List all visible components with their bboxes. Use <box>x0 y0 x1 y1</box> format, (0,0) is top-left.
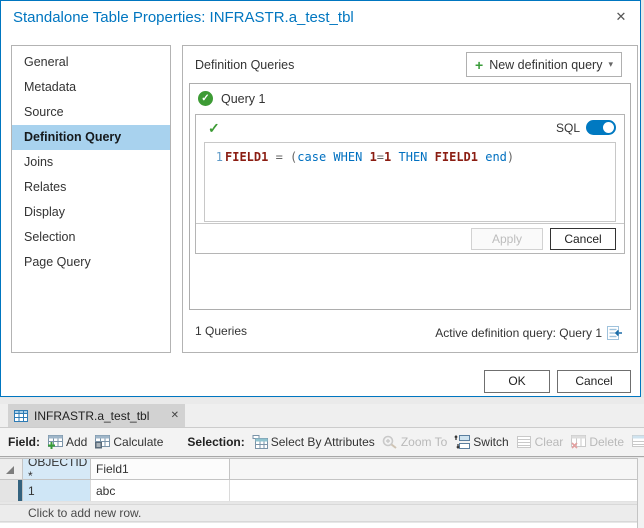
clear-selection-icon <box>516 436 531 448</box>
query-name: Query 1 <box>221 91 266 106</box>
tab-infrastr-a-test-tbl[interactable]: INFRASTR.a_test_tbl ✕ <box>8 404 185 427</box>
sidebar-item-general[interactable]: General <box>12 50 170 75</box>
query-edit-panel: ✓ SQL 1 FIELD1 = (case WHEN 1=1 THEN FIEL… <box>195 114 625 254</box>
header-filler <box>230 459 637 479</box>
table-header-row: OBJECTID * Field1 <box>0 458 637 480</box>
zoom-to-label: Zoom To <box>400 435 448 449</box>
code-token: 1 <box>369 150 377 164</box>
queries-count: 1 Queries <box>195 324 248 338</box>
clear-selection-label: Clear <box>534 435 564 449</box>
query-card-header[interactable]: ✓ Query 1 <box>190 84 630 113</box>
code-token: case <box>297 150 327 164</box>
table-icon <box>14 409 28 422</box>
plus-icon: + <box>475 56 484 73</box>
table-empty-area <box>0 523 637 528</box>
add-field-label: Add <box>66 435 88 449</box>
tab-label: INFRASTR.a_test_tbl <box>34 408 150 423</box>
switch-selection-icon <box>454 435 471 449</box>
active-query-status: Active definition query: Query 1 <box>435 326 623 340</box>
code-token: ) <box>506 150 515 164</box>
apply-button[interactable]: Apply <box>471 227 543 250</box>
definition-queries-panel: Definition Queries + New definition quer… <box>182 45 638 353</box>
field-group-label: Field: <box>8 435 40 449</box>
select-by-attributes-icon <box>252 435 268 449</box>
column-header-field1[interactable]: Field1 <box>91 459 230 479</box>
delete-selection-icon <box>571 435 587 449</box>
code-token: = <box>268 150 291 164</box>
calculate-field-icon <box>95 435 111 449</box>
select-by-attributes-label: Select By Attributes <box>270 435 375 449</box>
vertical-scrollbar[interactable] <box>637 458 644 528</box>
cell-objectid[interactable]: 1 <box>23 480 91 501</box>
new-definition-query-button[interactable]: + New definition query ▾ <box>466 52 622 77</box>
sidebar-item-definition-query[interactable]: Definition Query <box>12 125 170 150</box>
sidebar-item-relates[interactable]: Relates <box>12 175 170 200</box>
switch-selection-button[interactable]: Switch <box>454 435 509 449</box>
select-all-corner[interactable] <box>0 459 23 479</box>
panel-title: Definition Queries <box>195 58 295 72</box>
sql-toggle[interactable] <box>586 120 616 135</box>
cancel-button[interactable]: Cancel <box>557 370 631 393</box>
clear-selection-button: Clear <box>516 435 564 449</box>
calculate-field-label: Calculate <box>113 435 164 449</box>
tab-close-icon[interactable]: ✕ <box>171 410 179 421</box>
close-icon[interactable]: ✕ <box>612 8 630 26</box>
sql-toggle-group: SQL <box>556 120 616 135</box>
attribute-table: OBJECTID * Field1 1 abc <box>0 458 637 502</box>
table-tab-bar: INFRASTR.a_test_tbl ✕ <box>0 404 644 427</box>
add-field-button[interactable]: Add <box>47 435 87 449</box>
sidebar-item-metadata[interactable]: Metadata <box>12 75 170 100</box>
query-card: ✓ Query 1 ✓ SQL 1 FIELD1 = (case WHEN 1=1… <box>189 83 631 310</box>
overflow-toolbar-button <box>631 435 644 449</box>
query-cancel-button[interactable]: Cancel <box>550 227 616 250</box>
row-filler <box>230 480 637 501</box>
select-by-attributes-button[interactable]: Select By Attributes <box>252 435 375 449</box>
valid-query-icon: ✓ <box>198 91 213 106</box>
table-properties-dialog: Standalone Table Properties: INFRASTR.a_… <box>0 0 641 397</box>
table-icon <box>632 435 644 447</box>
active-query-label: Active definition query: Query 1 <box>435 326 602 340</box>
dialog-title: Standalone Table Properties: INFRASTR.a_… <box>13 9 354 26</box>
manage-queries-icon[interactable] <box>607 326 623 340</box>
selection-group-label: Selection: <box>187 435 245 449</box>
current-row-marker <box>18 480 22 501</box>
column-header-objectid[interactable]: OBJECTID * <box>23 459 91 479</box>
new-definition-query-label: New definition query <box>489 57 603 72</box>
line-number: 1 <box>215 150 223 164</box>
delete-selection-button: Delete <box>570 435 624 449</box>
sidebar-item-selection[interactable]: Selection <box>12 225 170 250</box>
zoom-to-icon <box>382 435 397 449</box>
code-token: FIELD1 <box>434 150 478 164</box>
expression-valid-icon: ✓ <box>208 120 220 136</box>
calculate-field-button[interactable]: Calculate <box>94 435 163 449</box>
chevron-down-icon: ▾ <box>608 59 613 69</box>
code-token: FIELD1 <box>225 150 269 164</box>
sidebar-item-display[interactable]: Display <box>12 200 170 225</box>
code-token: WHEN <box>333 150 363 164</box>
zoom-to-button: Zoom To <box>382 435 447 449</box>
row-selector-icon <box>6 466 14 474</box>
row-selector[interactable] <box>0 480 23 501</box>
code-token: end <box>485 150 507 164</box>
switch-selection-label: Switch <box>473 435 509 449</box>
sql-expression-editor[interactable]: 1 FIELD1 = (case WHEN 1=1 THEN FIELD1 end… <box>204 142 616 222</box>
sidebar-item-source[interactable]: Source <box>12 100 170 125</box>
sidebar-item-joins[interactable]: Joins <box>12 150 170 175</box>
code-token: = <box>376 150 385 164</box>
ok-button[interactable]: OK <box>484 370 550 393</box>
cell-field1[interactable]: abc <box>91 480 230 501</box>
code-token: THEN <box>398 150 428 164</box>
table-toolbar: Field: Add Calculate Selection: Select B… <box>0 427 644 457</box>
table-row: 1 abc <box>0 480 637 502</box>
add-new-row[interactable]: Click to add new row. <box>0 504 637 522</box>
add-field-icon <box>48 435 63 449</box>
delete-selection-label: Delete <box>589 435 624 449</box>
sql-label: SQL <box>555 120 580 135</box>
query-edit-footer: Apply Cancel <box>196 223 624 253</box>
properties-sidebar: General Metadata Source Definition Query… <box>11 45 171 353</box>
sidebar-item-page-query[interactable]: Page Query <box>12 250 170 275</box>
